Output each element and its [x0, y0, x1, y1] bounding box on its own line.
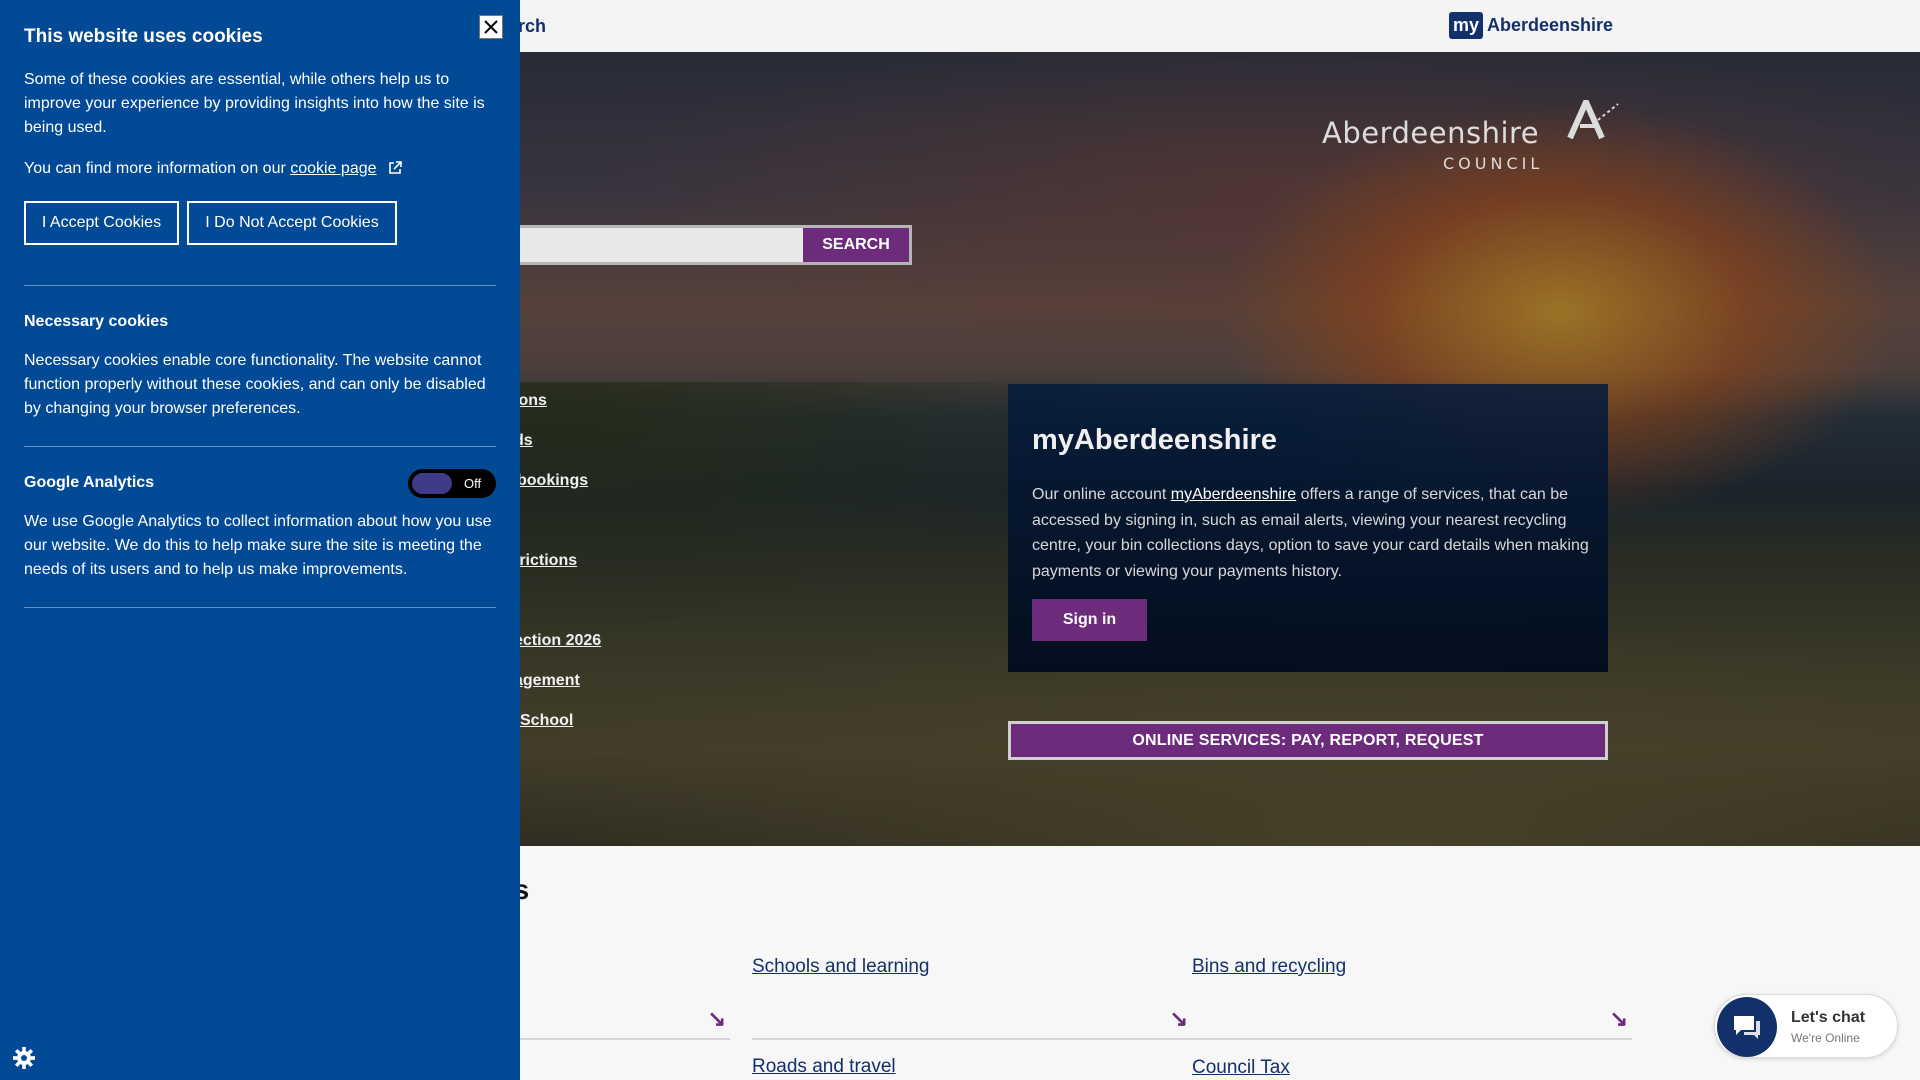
- divider: [24, 446, 496, 447]
- service-link[interactable]: Schools and learning: [752, 956, 929, 978]
- arrow-down-right-icon: ↘: [707, 1006, 726, 1031]
- cookie-page-link[interactable]: cookie page: [290, 160, 376, 177]
- accept-cookies-button[interactable]: I Accept Cookies: [24, 201, 179, 245]
- necessary-cookies-title: Necessary cookies: [24, 313, 169, 330]
- arrow-down-right-icon: ↘: [1609, 1006, 1628, 1031]
- cookie-intro: Some of these cookies are essential, whi…: [24, 71, 485, 136]
- chat-status: We're Online: [1791, 1031, 1860, 1045]
- quick-link[interactable]: trictions: [514, 552, 577, 570]
- google-analytics-text: We use Google Analytics to collect infor…: [24, 513, 492, 578]
- chat-title: Let's chat: [1791, 1009, 1866, 1026]
- google-analytics-toggle[interactable]: Off: [408, 469, 496, 498]
- google-analytics-title: Google Analytics: [24, 474, 155, 491]
- quick-link[interactable]: ection 2026: [514, 632, 601, 650]
- cookie-title: This website uses cookies: [24, 26, 263, 47]
- cookie-consent-panel: This website uses cookies Some of these …: [0, 0, 520, 1080]
- cookie-settings-button[interactable]: [0, 999, 81, 1080]
- service-tile[interactable]: Bins and recycling ↘: [1192, 956, 1632, 1040]
- quick-link[interactable]: agement: [514, 672, 580, 690]
- divider: [24, 285, 496, 286]
- necessary-cookies-text: Necessary cookies enable core functional…: [24, 352, 486, 417]
- close-icon: [484, 20, 498, 34]
- toggle-knob: [412, 473, 452, 494]
- quick-link[interactable]: School: [520, 712, 573, 730]
- chat-widget[interactable]: Let's chat We're Online: [1714, 994, 1898, 1058]
- external-link-icon: [389, 161, 402, 174]
- council-logo[interactable]: Aberdeenshire COUNCIL: [1320, 100, 1620, 190]
- service-link[interactable]: Council Tax: [1192, 1057, 1290, 1079]
- arrow-down-right-icon: ↘: [1169, 1006, 1188, 1031]
- reject-cookies-button[interactable]: I Do Not Accept Cookies: [187, 201, 397, 245]
- sign-in-button[interactable]: Sign in: [1032, 599, 1147, 641]
- my-badge: my: [1449, 12, 1484, 39]
- close-button[interactable]: [479, 15, 503, 39]
- cookie-more-info: You can find more information on our coo…: [24, 157, 500, 181]
- gear-icon: [13, 1047, 35, 1069]
- panel-description: Our online account myAberdeenshire offer…: [1032, 486, 1589, 580]
- search-button[interactable]: SEARCH: [803, 228, 909, 262]
- my-aberdeenshire-label: Aberdeenshire: [1487, 15, 1614, 35]
- panel-title: myAberdeenshire: [1032, 424, 1277, 456]
- service-tile[interactable]: Schools and learning ↘: [752, 956, 1192, 1040]
- my-aberdeenshire-panel: myAberdeenshire Our online account myAbe…: [1008, 384, 1608, 672]
- my-aberdeenshire-link[interactable]: my Aberdeenshire: [1449, 12, 1613, 39]
- chat-bubble-icon: [1717, 997, 1777, 1057]
- divider: [24, 607, 496, 608]
- panel-link[interactable]: myAberdeenshire: [1171, 486, 1296, 503]
- quick-link[interactable]: bookings: [517, 472, 588, 490]
- service-link[interactable]: Bins and recycling: [1192, 956, 1346, 978]
- logo-sub: COUNCIL: [1443, 154, 1544, 173]
- service-link[interactable]: Roads and travel: [752, 1056, 896, 1078]
- logo-a-mark-icon: [1567, 100, 1619, 140]
- logo-name: Aberdeenshire: [1322, 116, 1540, 150]
- online-services-button[interactable]: ONLINE SERVICES: PAY, REPORT, REQUEST: [1008, 721, 1608, 760]
- toggle-label: Off: [464, 476, 482, 491]
